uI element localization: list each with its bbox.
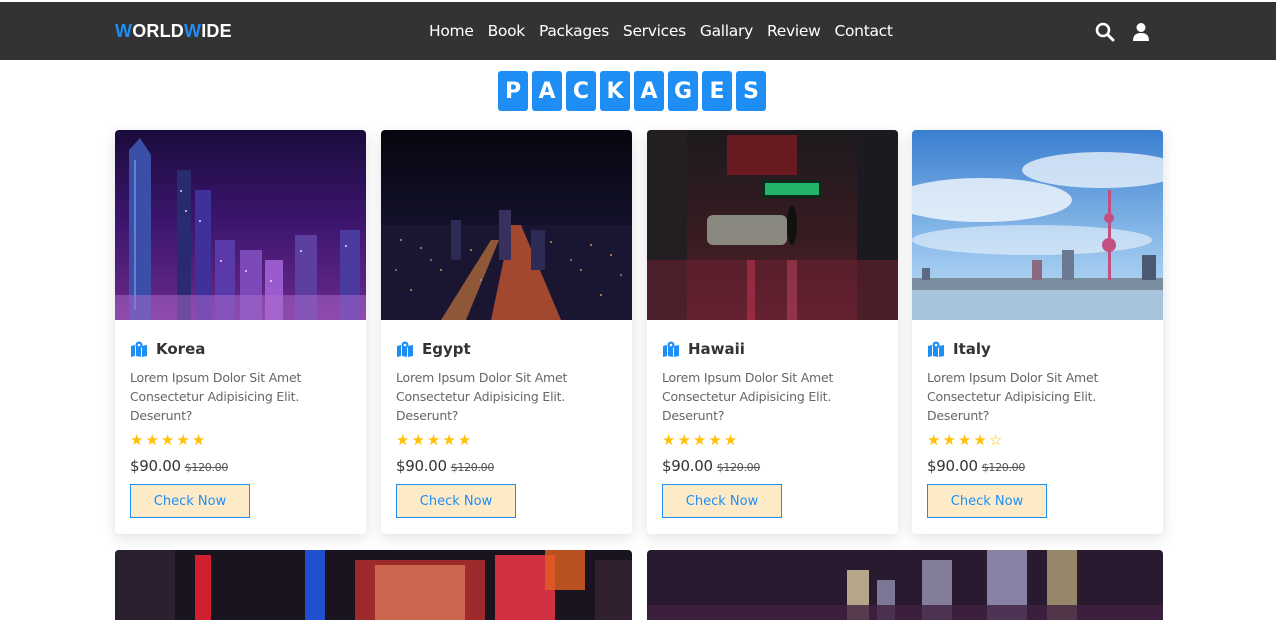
current-price: $90.00 — [396, 457, 447, 475]
package-image-korea — [115, 130, 366, 320]
price: $90.00 $120.00 — [396, 457, 617, 475]
price: $90.00 $120.00 — [662, 457, 883, 475]
package-name: Egypt — [422, 340, 471, 358]
star-outline-icon: ☆ — [988, 431, 1003, 449]
map-marked-icon — [927, 341, 945, 357]
package-description: Lorem Ipsum Dolor Sit Amet Consectetur A… — [662, 370, 834, 423]
star-icon: ★ — [442, 431, 456, 449]
current-price: $90.00 — [130, 457, 181, 475]
logo-w-2: W — [184, 21, 202, 41]
star-icon: ★ — [927, 431, 941, 449]
package-title: Italy — [927, 340, 1148, 358]
map-marked-icon — [396, 341, 414, 357]
old-price: $120.00 — [716, 461, 761, 474]
star-icon: ★ — [457, 431, 472, 449]
main-nav: Home Book Packages Services Gallary Revi… — [429, 22, 893, 40]
star-icon: ★ — [426, 431, 441, 449]
nav-review[interactable]: Review — [767, 22, 821, 40]
logo-orld: ORLD — [132, 21, 184, 41]
package-description: Lorem Ipsum Dolor Sit Amet Consectetur A… — [130, 370, 302, 423]
star-icon: ★ — [957, 431, 972, 449]
star-icon: ★ — [191, 431, 206, 449]
heading-letter: K — [600, 71, 630, 111]
check-now-button[interactable]: Check Now — [662, 484, 782, 518]
package-title: Hawaii — [662, 340, 883, 358]
package-image-italy — [912, 130, 1163, 320]
check-now-button[interactable]: Check Now — [396, 484, 516, 518]
package-card-egypt: Egypt Lorem Ipsum Dolor Sit Amet Consect… — [381, 130, 632, 534]
heading-letter: E — [702, 71, 732, 111]
package-title: Korea — [130, 340, 351, 358]
header-icons — [1095, 22, 1151, 42]
old-price: $120.00 — [184, 461, 229, 474]
star-icon: ★ — [160, 431, 175, 449]
header: WORLDWIDE Home Book Packages Services Ga… — [0, 2, 1276, 60]
heading-letter: S — [736, 71, 766, 111]
package-name: Korea — [156, 340, 206, 358]
heading-letter: P — [498, 71, 528, 111]
user-icon[interactable] — [1131, 22, 1151, 42]
nav-gallary[interactable]: Gallary — [700, 22, 753, 40]
rating-stars: ★ ★ ★ ★ ★ — [396, 431, 617, 449]
logo-w-1: W — [115, 21, 133, 41]
map-marked-icon — [662, 341, 680, 357]
logo-ide: IDE — [201, 21, 232, 41]
star-icon: ★ — [130, 431, 144, 449]
star-icon: ★ — [973, 431, 987, 449]
nav-contact[interactable]: Contact — [834, 22, 893, 40]
star-icon: ★ — [662, 431, 676, 449]
search-icon[interactable] — [1095, 22, 1115, 42]
check-now-button[interactable]: Check Now — [130, 484, 250, 518]
package-description: Lorem Ipsum Dolor Sit Amet Consectetur A… — [927, 370, 1099, 423]
star-icon: ★ — [411, 431, 425, 449]
heading-letter: G — [668, 71, 698, 111]
package-card-korea: Korea Lorem Ipsum Dolor Sit Amet Consect… — [115, 130, 366, 534]
heading-letter: A — [532, 71, 562, 111]
nav-services[interactable]: Services — [623, 22, 686, 40]
heading-letter: C — [566, 71, 596, 111]
package-name: Hawaii — [688, 340, 745, 358]
star-icon: ★ — [692, 431, 707, 449]
star-icon: ★ — [723, 431, 738, 449]
nav-book[interactable]: Book — [488, 22, 526, 40]
map-marked-icon — [130, 341, 148, 357]
current-price: $90.00 — [927, 457, 978, 475]
nav-home[interactable]: Home — [429, 22, 474, 40]
package-title: Egypt — [396, 340, 617, 358]
rating-stars: ★ ★ ★ ★ ★ — [662, 431, 883, 449]
star-icon: ★ — [677, 431, 691, 449]
package-description: Lorem Ipsum Dolor Sit Amet Consectetur A… — [396, 370, 568, 423]
package-image-wide-2 — [647, 550, 1163, 620]
package-card-hawaii: Hawaii Lorem Ipsum Dolor Sit Amet Consec… — [647, 130, 898, 534]
current-price: $90.00 — [662, 457, 713, 475]
old-price: $120.00 — [450, 461, 495, 474]
star-icon: ★ — [942, 431, 956, 449]
check-now-button[interactable]: Check Now — [927, 484, 1047, 518]
star-icon: ★ — [708, 431, 722, 449]
rating-stars: ★ ★ ★ ★ ☆ — [927, 431, 1148, 449]
star-icon: ★ — [396, 431, 410, 449]
old-price: $120.00 — [981, 461, 1026, 474]
section-heading: P A C K A G E S — [498, 71, 766, 111]
price: $90.00 $120.00 — [130, 457, 351, 475]
package-name: Italy — [953, 340, 991, 358]
logo[interactable]: WORLDWIDE — [115, 21, 232, 42]
nav-packages[interactable]: Packages — [539, 22, 609, 40]
package-image-egypt — [381, 130, 632, 320]
package-card-italy: Italy Lorem Ipsum Dolor Sit Amet Consect… — [912, 130, 1163, 534]
package-image-wide-1 — [115, 550, 632, 620]
rating-stars: ★ ★ ★ ★ ★ — [130, 431, 351, 449]
star-icon: ★ — [176, 431, 190, 449]
price: $90.00 $120.00 — [927, 457, 1148, 475]
heading-letter: A — [634, 71, 664, 111]
star-icon: ★ — [145, 431, 159, 449]
package-image-hawaii — [647, 130, 898, 320]
